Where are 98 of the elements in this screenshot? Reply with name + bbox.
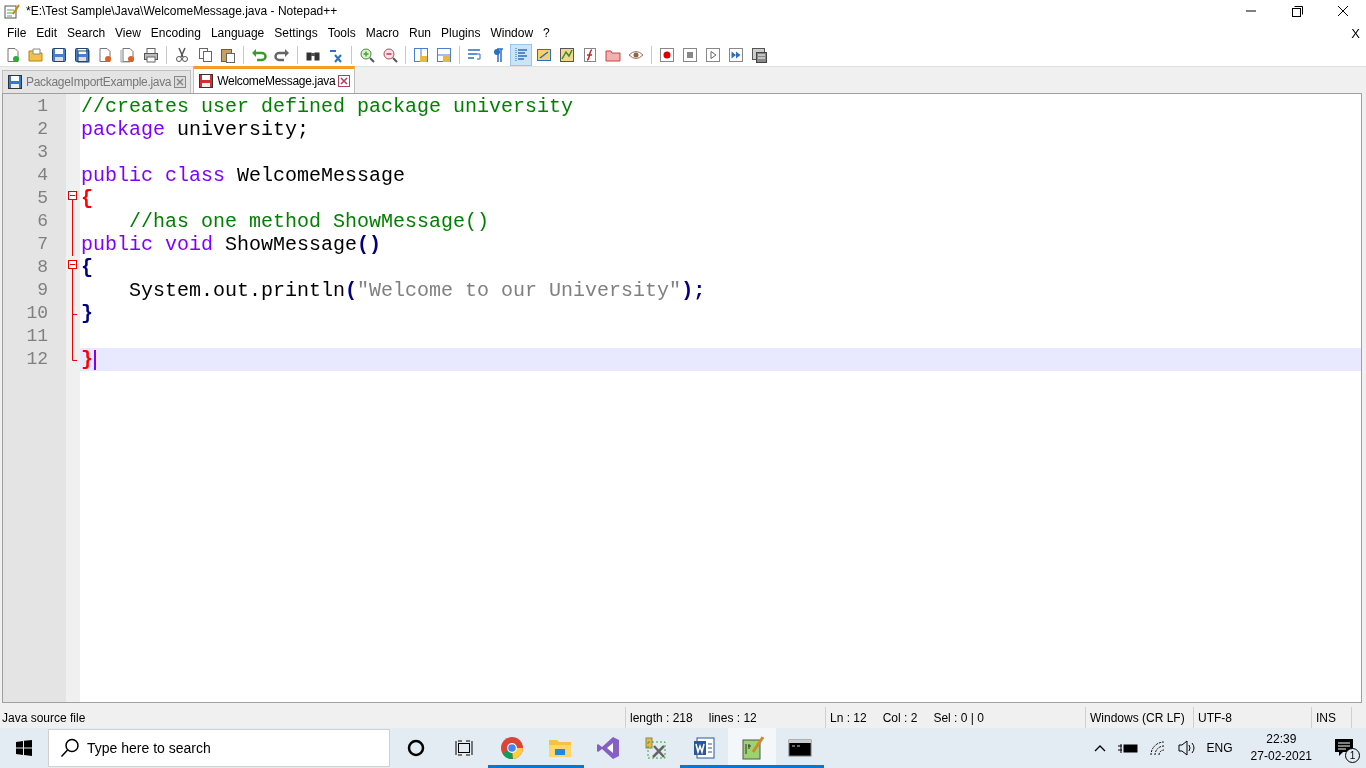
- line-number: 9: [36, 279, 49, 302]
- notification-count-badge: 1: [1345, 748, 1360, 763]
- print-icon: [143, 47, 159, 63]
- visual-studio-icon: [596, 736, 620, 760]
- menu-item[interactable]: Plugins: [436, 23, 486, 43]
- tab-label: WelcomeMessage.java: [217, 74, 336, 88]
- paste-icon: [220, 47, 236, 63]
- clock-date[interactable]: 27-02-2021: [1250, 748, 1312, 765]
- unsaved-file-icon: [198, 73, 215, 89]
- line-number: 1: [36, 95, 49, 118]
- selection-info: Sel : 0 | 0: [933, 710, 984, 725]
- battery-icon[interactable]: [1116, 741, 1139, 755]
- line-count: lines : 12: [708, 710, 757, 725]
- file-tab[interactable]: WelcomeMessage.java: [193, 66, 356, 93]
- menu-item[interactable]: Macro: [360, 23, 404, 43]
- saved-file-icon: [7, 74, 23, 90]
- menu-item[interactable]: Run: [404, 23, 437, 43]
- document-app-icon: [692, 736, 716, 760]
- code-line: public class WelcomeMessage: [80, 164, 407, 187]
- windows-logo-icon: [16, 740, 32, 756]
- line-ending-label: Windows (CR LF): [1090, 710, 1185, 725]
- line-number: 11: [25, 325, 49, 348]
- sync-horizontal-icon: [436, 47, 452, 63]
- search-icon: [60, 738, 80, 758]
- stop-icon: [682, 47, 698, 63]
- zoom-in-icon: [359, 47, 375, 63]
- terminal-icon: [788, 736, 812, 760]
- input-language-label[interactable]: ENG: [1206, 741, 1233, 755]
- new-file-icon: [5, 47, 21, 63]
- menu-item[interactable]: Window: [485, 23, 539, 43]
- code-line: {: [80, 187, 94, 210]
- line-number: 12: [25, 348, 49, 371]
- save-all-icon: [74, 47, 90, 63]
- code-line: }: [80, 302, 94, 325]
- zoom-out-icon: [382, 47, 398, 63]
- line-position: Ln : 12: [830, 710, 867, 725]
- open-folder-icon: [28, 47, 44, 63]
- insert-mode-label: INS: [1316, 710, 1336, 725]
- notepad-icon: [4, 3, 20, 19]
- code-line: //has one method ShowMessage(): [128, 210, 491, 233]
- encoding-label: UTF-8: [1198, 710, 1232, 725]
- volume-icon[interactable]: [1176, 740, 1197, 756]
- code-line: public void ShowMessage(): [80, 233, 383, 256]
- file-tab[interactable]: PackageImportExample.java: [2, 70, 192, 93]
- line-number: 4: [36, 164, 49, 187]
- file-type-label: Java source file: [2, 710, 86, 725]
- indent-guide-icon: [513, 47, 529, 63]
- save-macro-icon: [751, 47, 767, 63]
- line-number: 2: [36, 118, 49, 141]
- search-field[interactable]: Type here to search: [48, 729, 390, 767]
- menu-item[interactable]: Edit: [31, 23, 63, 43]
- close-all-icon: [120, 47, 136, 63]
- menu-item[interactable]: View: [110, 23, 146, 43]
- line-number: 7: [36, 233, 49, 256]
- column-position: Col : 2: [882, 710, 918, 725]
- document-map-icon: [559, 47, 575, 63]
- record-icon: [659, 47, 675, 63]
- code-line: System.out.println("Welcome to our University");: [128, 279, 707, 302]
- notepad-app-icon: [740, 736, 764, 760]
- close-tab-icon[interactable]: [174, 76, 187, 88]
- menu-item[interactable]: File: [2, 23, 32, 43]
- close-tab-icon[interactable]: [338, 75, 351, 87]
- window-title: *E:\Test Sample\Java\WelcomeMessage.java - Notepad++: [26, 4, 338, 18]
- menu-item[interactable]: Search: [62, 23, 111, 43]
- clock-time[interactable]: 22:39: [1266, 731, 1297, 748]
- line-number: 5: [36, 187, 49, 210]
- sync-vertical-icon: [413, 47, 429, 63]
- menu-item[interactable]: Tools: [322, 23, 361, 43]
- word-wrap-icon: [467, 47, 483, 63]
- play-icon: [705, 47, 721, 63]
- line-number: 8: [36, 256, 49, 279]
- folder-icon: [605, 47, 621, 63]
- task-view-icon: [455, 739, 473, 757]
- wifi-icon[interactable]: [1148, 740, 1167, 756]
- menu-item[interactable]: Settings: [269, 23, 323, 43]
- function-list-icon: [582, 47, 598, 63]
- cut-icon: [174, 47, 190, 63]
- fast-forward-icon: [728, 47, 744, 63]
- close-file-icon: [97, 47, 113, 63]
- browser-icon: [500, 736, 524, 760]
- tools-icon: [644, 736, 668, 760]
- save-icon: [51, 47, 67, 63]
- code-line: {: [80, 256, 94, 279]
- line-number: 10: [25, 302, 49, 325]
- copy-icon: [197, 47, 213, 63]
- menu-item[interactable]: Language: [205, 23, 270, 43]
- menu-item[interactable]: ?: [538, 23, 555, 43]
- length-count: length : 218: [630, 710, 693, 725]
- code-line: //creates user defined package university: [80, 95, 575, 118]
- code-line: package university;: [80, 118, 311, 141]
- menu-item[interactable]: Encoding: [145, 23, 206, 43]
- close-document-button[interactable]: X: [1345, 25, 1366, 41]
- line-number: 6: [36, 210, 49, 233]
- redo-icon: [274, 47, 290, 63]
- circle-icon: [407, 739, 425, 757]
- line-number: 3: [36, 141, 49, 164]
- undo-icon: [251, 47, 267, 63]
- tab-label: PackageImportExample.java: [26, 75, 172, 89]
